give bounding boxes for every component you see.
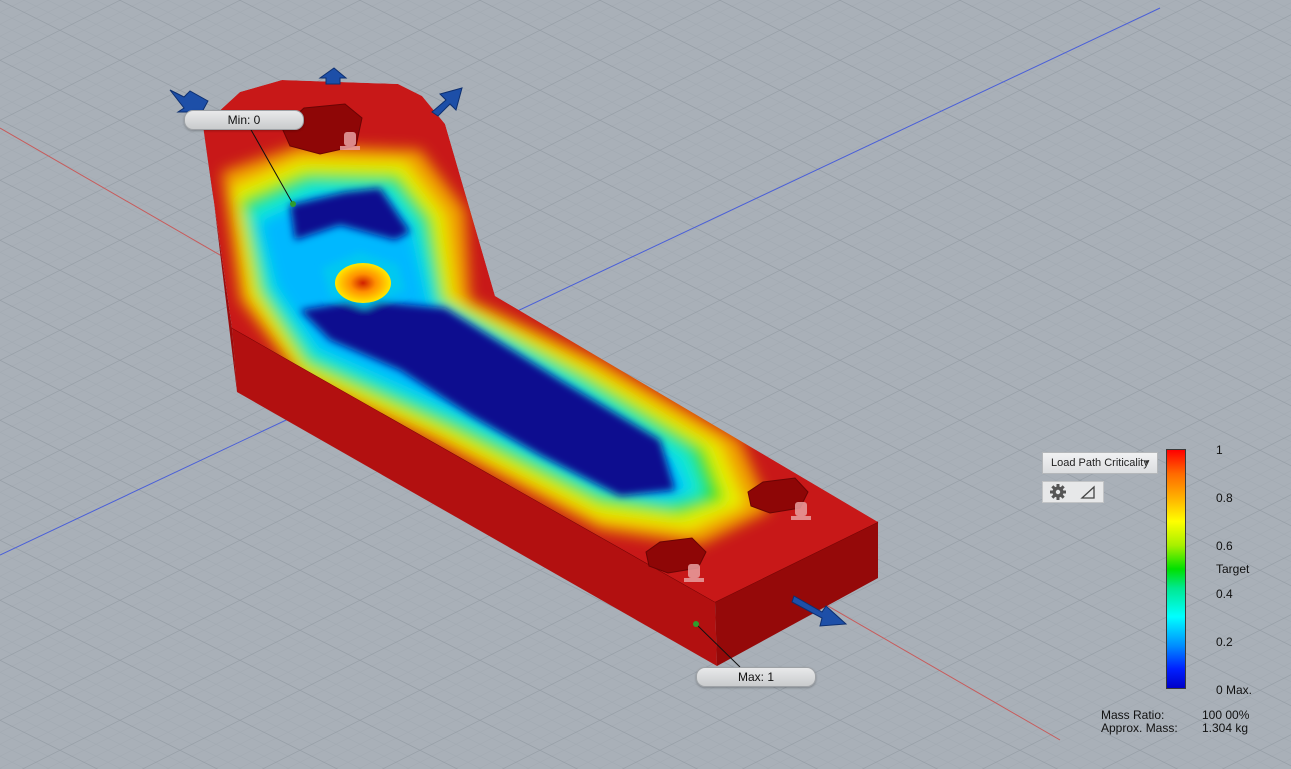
min-point-marker xyxy=(290,201,296,207)
legend-tick-0-6: 0.6 xyxy=(1216,539,1233,553)
chevron-down-icon: ▼ xyxy=(1143,458,1151,467)
triangle-ruler-icon[interactable] xyxy=(1075,483,1101,501)
max-point-marker xyxy=(693,621,699,627)
min-value-label[interactable]: Min: 0 xyxy=(184,110,304,130)
approx-mass-label: Approx. Mass: xyxy=(1101,721,1178,735)
legend-tick-1: 1 xyxy=(1216,443,1223,457)
mass-ratio-value: 100 00% xyxy=(1202,708,1250,722)
legend-color-scale xyxy=(1166,449,1186,689)
hotspot xyxy=(335,263,391,303)
result-type-label: Load Path Criticality xyxy=(1051,457,1149,469)
max-value-label[interactable]: Max: 1 xyxy=(696,667,816,687)
mass-stats: Mass Ratio: 100 00% Approx. Mass: 1.304 … xyxy=(1101,708,1261,735)
legend-tick-0-4: 0.4 xyxy=(1216,587,1233,601)
result-type-dropdown[interactable]: Load Path Criticality ▼ xyxy=(1042,452,1158,474)
legend-target-label: Target xyxy=(1216,562,1250,576)
legend-tick-0-8: 0.8 xyxy=(1216,491,1233,505)
legend-tick-0: 0 Max. xyxy=(1216,683,1253,697)
legend-tools xyxy=(1042,481,1104,503)
approx-mass-value: 1.304 kg xyxy=(1202,721,1249,735)
gear-icon[interactable] xyxy=(1045,483,1071,501)
legend-tick-0-2: 0.2 xyxy=(1216,635,1233,649)
mass-ratio-label: Mass Ratio: xyxy=(1101,708,1165,722)
